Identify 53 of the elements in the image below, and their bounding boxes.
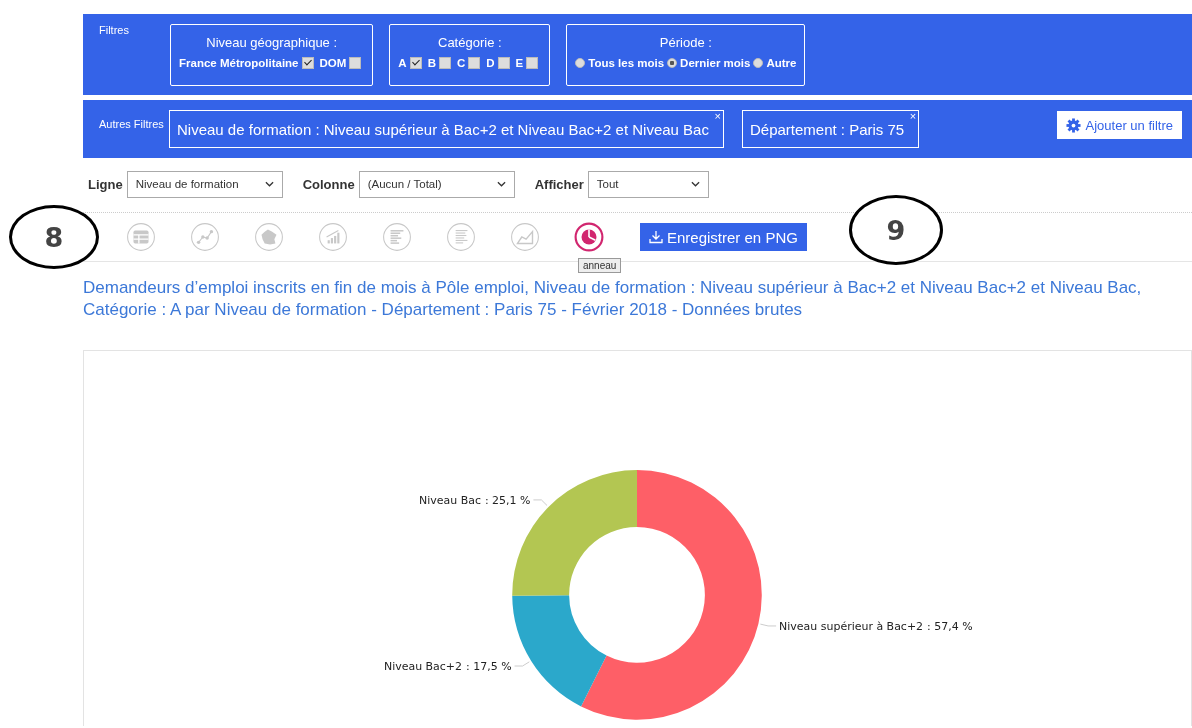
radio-button[interactable] [575,58,586,68]
caret-icon [690,181,700,187]
add-filter-button[interactable]: Ajouter un filtre [1056,111,1182,139]
select-label: Colonne [302,176,355,192]
checkbox[interactable] [349,57,362,69]
checkbox[interactable] [468,57,481,69]
option-label: E [515,57,524,69]
checkbox[interactable] [409,57,422,69]
leader-line [532,499,548,507]
option-label: Dernier mois [680,57,751,69]
dropdown[interactable]: Niveau de formation [126,170,283,198]
close-icon[interactable]: × [714,111,721,122]
option-label: Autre [766,57,797,69]
filter-group-title: Niveau géographique : [205,35,339,50]
option-label: B [427,57,436,69]
dropdown[interactable]: (Aucun / Total) [358,170,515,198]
checkbox[interactable] [497,57,510,69]
checkbox[interactable] [526,57,539,69]
option-label: DOM [319,57,347,69]
leader-line [759,623,777,627]
other-filters-label: Autres Filtres [99,118,165,130]
download-icon [649,230,663,244]
radio-button[interactable] [753,58,764,68]
settings-icon [1065,117,1081,133]
data-label: Niveau Bac : 25,1 % [419,493,531,507]
close-icon[interactable]: × [909,111,917,122]
option-label: A [398,57,407,69]
export-png-button[interactable]: Enregistrer en PNG [640,223,807,251]
filter-chip-text: Niveau de formation : Niveau supérieur à Bac+2 et Niveau Bac+2 et Niveau Bac [177,120,709,138]
option-label: C [456,57,466,69]
option-label: D [486,57,495,69]
donut-chart-icon[interactable] [574,222,604,252]
tooltip: anneau [578,258,622,273]
filters-label: Filtres [99,24,130,36]
callout-circle: 9 [849,195,943,265]
callout-circle: 8 [9,205,99,269]
checkbox[interactable] [438,57,451,69]
select-label: Afficher [534,176,584,192]
filter-chip-text: Département : Paris 75 [749,120,905,138]
dropdown[interactable]: Tout [587,170,709,198]
filter-group-title: Période : [658,35,713,50]
filter-group-title: Catégorie : [437,35,503,50]
data-label: Niveau Bac+2 : 17,5 % [383,660,512,673]
checkbox[interactable] [301,57,314,69]
chart-title: Demandeurs d’emploi inscrits en fin de mois à Pôle emploi, Niveau de formation : Niveau supérieur à Bac+2 et Niveau Bac+2 et Niveau Bac, Catégorie : A par Niveau de formation - Département : Paris 75 - Février 2018 - Données brutes [83,277,1143,321]
select-label: Ligne [88,176,123,192]
leader-line [514,661,530,667]
option-label: Tous les mois [588,57,665,69]
caret-icon [264,181,274,187]
caret-icon [496,181,506,187]
data-label: Niveau supérieur à Bac+2 : 57,4 % [779,619,973,633]
radio-button[interactable] [667,58,678,68]
option-label: France Métropolitaine [179,57,299,69]
